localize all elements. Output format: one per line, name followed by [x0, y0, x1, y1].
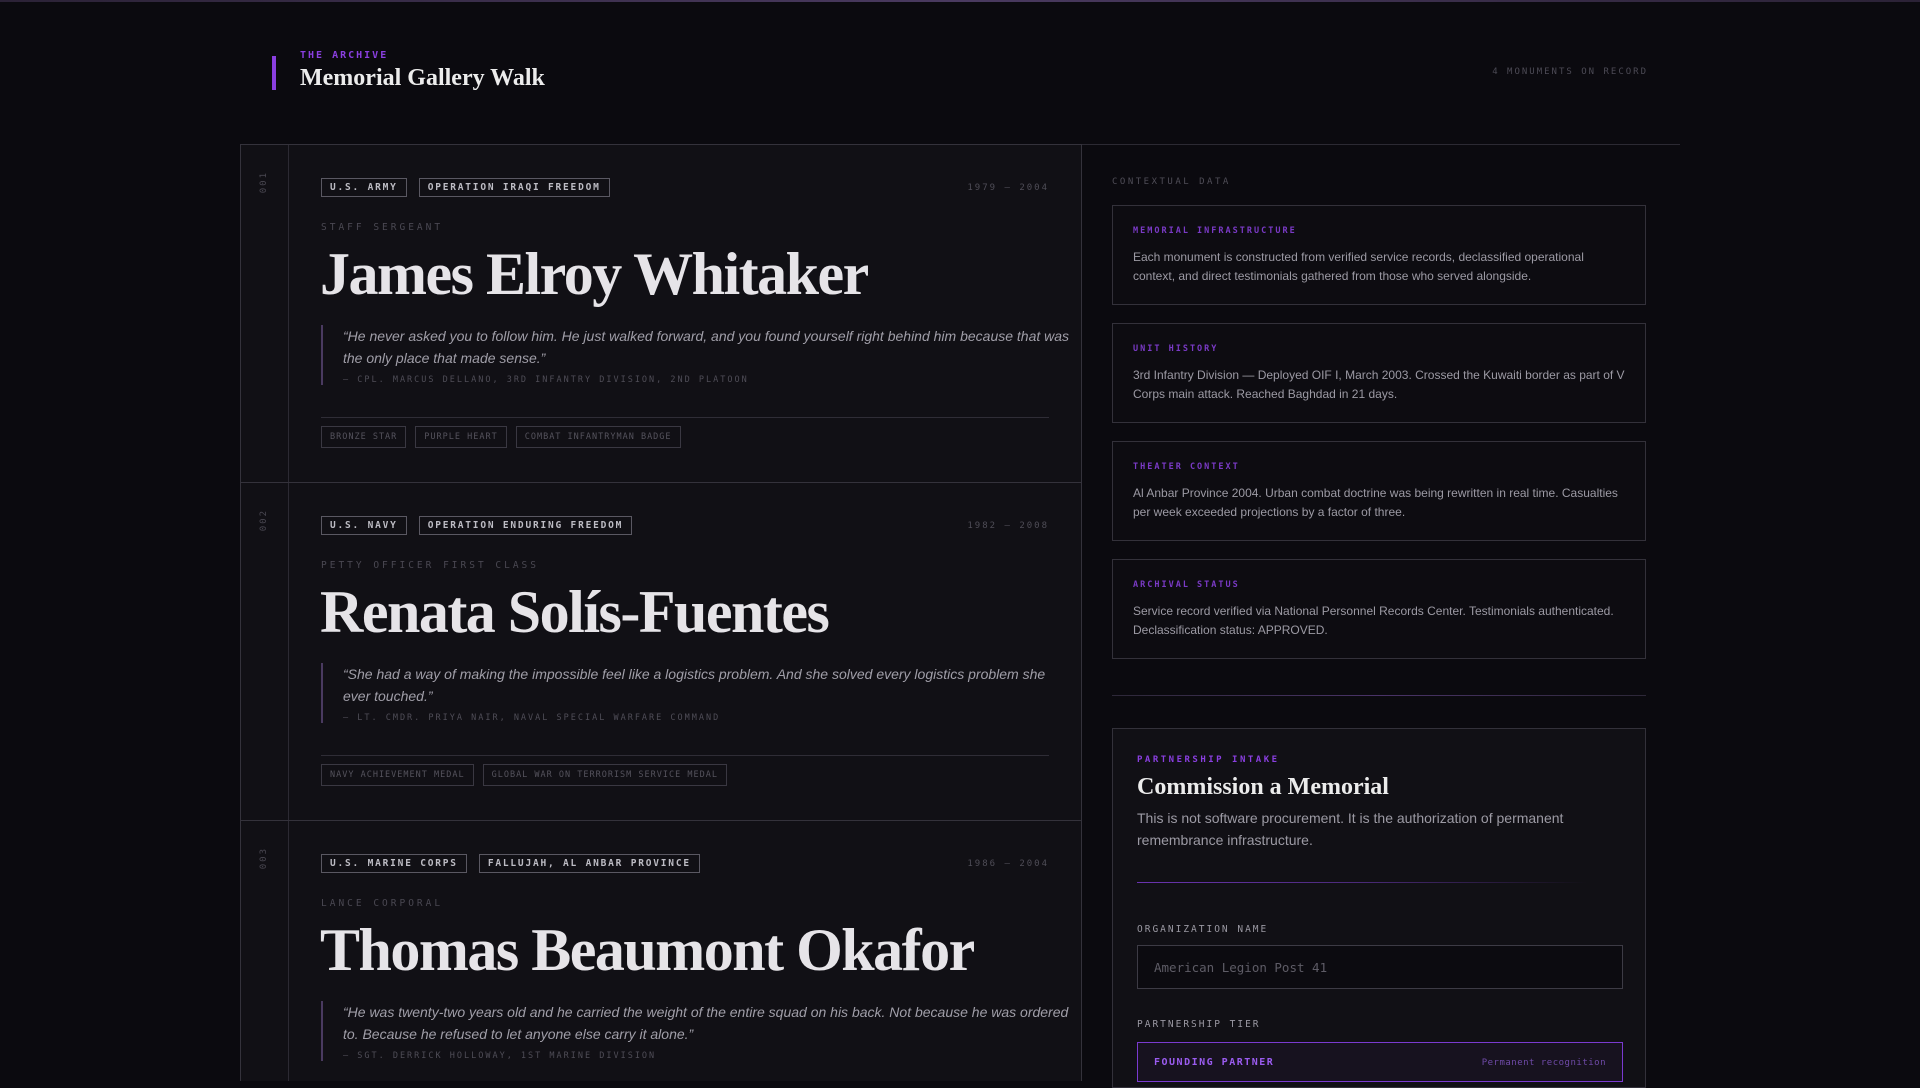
header-eyebrow: THE ARCHIVE: [300, 50, 389, 61]
context-card-title: UNIT HISTORY: [1133, 344, 1219, 354]
card-gutter: 003: [241, 821, 289, 1081]
memorial-name: Renata Solís-Fuentes: [320, 579, 830, 645]
memorial-card[interactable]: 003 U.S. MARINE CORPS FALLUJAH, AL ANBAR…: [241, 821, 1081, 1081]
card-divider: [321, 755, 1049, 756]
award-badge: PURPLE HEART: [415, 426, 507, 448]
rank: LANCE CORPORAL: [321, 898, 444, 909]
memorial-card[interactable]: 002 U.S. NAVY OPERATION ENDURING FREEDOM…: [241, 483, 1081, 821]
card-gutter: 001: [241, 145, 289, 482]
monument-count: 4 MONUMENTS ON RECORD: [1492, 67, 1648, 77]
testimonial-attribution: — LT. CMDR. PRIYA NAIR, NAVAL SPECIAL WA…: [343, 713, 721, 723]
intake-description: This is not software procurement. It is …: [1137, 810, 1564, 848]
service-years: 1979 — 2004: [967, 183, 1049, 193]
context-card: UNIT HISTORY 3rd Infantry Division — Dep…: [1112, 323, 1646, 423]
rank: STAFF SERGEANT: [321, 222, 444, 233]
memorial-card[interactable]: 001 U.S. ARMY OPERATION IRAQI FREEDOM 19…: [241, 145, 1081, 483]
operation-tag: FALLUJAH, AL ANBAR PROVINCE: [478, 854, 700, 873]
award-badge: GLOBAL WAR ON TERRORISM SERVICE MEDAL: [482, 764, 727, 786]
context-card-body: Al Anbar Province 2004. Urban combat doc…: [1133, 486, 1618, 519]
award-badge: NAVY ACHIEVEMENT MEDAL: [321, 764, 474, 786]
tier-option-name: FOUNDING PARTNER: [1154, 1057, 1275, 1068]
card-divider: [321, 417, 1049, 418]
operation-tag: OPERATION ENDURING FREEDOM: [418, 516, 633, 535]
testimonial-attribution: — CPL. MARCUS DELLANO, 3RD INFANTRY DIVI…: [343, 375, 749, 385]
memorial-gallery: 001 U.S. ARMY OPERATION IRAQI FREEDOM 19…: [240, 144, 1082, 1081]
testimonial-quote: “She had a way of making the impossible …: [343, 666, 1046, 704]
section-divider: [1112, 695, 1646, 696]
context-card-body: Each monument is constructed from verifi…: [1133, 250, 1584, 283]
testimonial-attribution: — SGT. DERRICK HOLLOWAY, 1ST MARINE DIVI…: [343, 1051, 657, 1061]
tier-option-note: Permanent recognition: [1481, 1058, 1606, 1068]
context-card: ARCHIVAL STATUS Service record verified …: [1112, 559, 1646, 659]
partnership-intake-form: PARTNERSHIP INTAKE Commission a Memorial…: [1112, 728, 1646, 1088]
context-card-body: Service record verified via National Per…: [1133, 604, 1614, 637]
testimonial-quote: “He never asked you to follow him. He ju…: [343, 328, 1070, 366]
testimonial: “She had a way of making the impossible …: [321, 663, 1071, 723]
card-number: 002: [259, 509, 269, 532]
awards-list: BRONZE STAR PURPLE HEART COMBAT INFANTRY…: [321, 426, 681, 448]
card-tags: U.S. ARMY OPERATION IRAQI FREEDOM: [321, 178, 610, 197]
memorial-name: James Elroy Whitaker: [320, 241, 869, 307]
testimonial: “He was twenty-two years old and he carr…: [321, 1001, 1071, 1061]
context-card: MEMORIAL INFRASTRUCTURE Each monument is…: [1112, 205, 1646, 305]
tier-option-founding-partner[interactable]: FOUNDING PARTNER Permanent recognition: [1137, 1042, 1623, 1082]
context-card-title: MEMORIAL INFRASTRUCTURE: [1133, 226, 1297, 236]
testimonial-quote: “He was twenty-two years old and he carr…: [343, 1004, 1069, 1042]
context-card-title: THEATER CONTEXT: [1133, 462, 1240, 472]
operation-tag: OPERATION IRAQI FREEDOM: [418, 178, 610, 197]
award-badge: BRONZE STAR: [321, 426, 407, 448]
intake-divider: [1137, 882, 1587, 883]
organization-name-input[interactable]: [1137, 945, 1623, 989]
context-card: THEATER CONTEXT Al Anbar Province 2004. …: [1112, 441, 1646, 541]
memorial-name: Thomas Beaumont Okafor: [320, 917, 975, 983]
contextual-data-label: CONTEXTUAL DATA: [1112, 177, 1231, 187]
page-title: Memorial Gallery Walk: [300, 65, 545, 91]
intake-title: Commission a Memorial: [1137, 774, 1389, 800]
branch-tag: U.S. ARMY: [321, 178, 407, 197]
org-name-label: ORGANIZATION NAME: [1137, 924, 1269, 935]
rank: PETTY OFFICER FIRST CLASS: [321, 560, 539, 571]
partnership-tier-label: PARTNERSHIP TIER: [1137, 1019, 1261, 1030]
card-gutter: 002: [241, 483, 289, 820]
service-years: 1986 — 2004: [967, 859, 1049, 869]
service-years: 1982 — 2008: [967, 521, 1049, 531]
award-badge: COMBAT INFANTRYMAN BADGE: [515, 426, 681, 448]
top-accent-line: [0, 0, 1920, 2]
context-card-title: ARCHIVAL STATUS: [1133, 580, 1240, 590]
branch-tag: U.S. NAVY: [321, 516, 407, 535]
card-number: 003: [259, 847, 269, 870]
awards-list: NAVY ACHIEVEMENT MEDAL GLOBAL WAR ON TER…: [321, 764, 727, 786]
card-tags: U.S. MARINE CORPS FALLUJAH, AL ANBAR PRO…: [321, 854, 700, 873]
card-tags: U.S. NAVY OPERATION ENDURING FREEDOM: [321, 516, 633, 535]
branch-tag: U.S. MARINE CORPS: [321, 854, 467, 873]
card-number: 001: [259, 171, 269, 194]
testimonial: “He never asked you to follow him. He ju…: [321, 325, 1071, 385]
context-card-body: 3rd Infantry Division — Deployed OIF I, …: [1133, 368, 1625, 401]
intake-label: PARTNERSHIP INTAKE: [1137, 755, 1280, 765]
header-accent-bar: [272, 56, 276, 90]
